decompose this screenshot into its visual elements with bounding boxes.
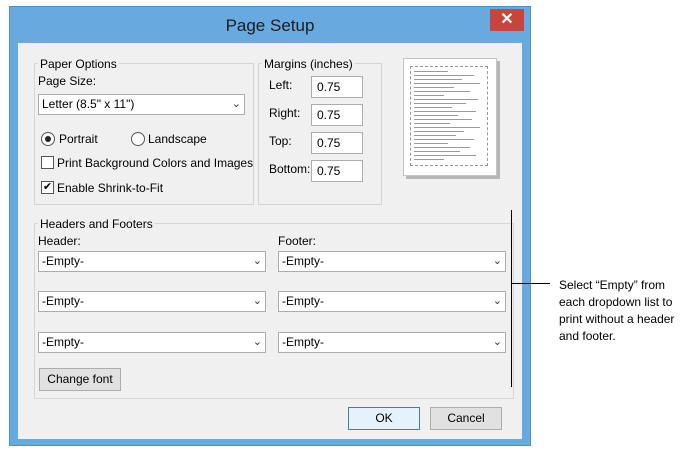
chevron-down-icon: ⌄ bbox=[252, 255, 262, 267]
page-preview bbox=[403, 58, 497, 176]
header-select-3[interactable]: -Empty- ⌄ bbox=[38, 332, 266, 353]
footer-select-2-value: -Empty- bbox=[282, 294, 324, 308]
header-label: Header: bbox=[38, 234, 81, 248]
paper-options-title: Paper Options bbox=[38, 57, 119, 71]
chevron-down-icon: ⌄ bbox=[492, 255, 502, 267]
preview-line bbox=[414, 155, 476, 156]
change-font-button[interactable]: Change font bbox=[39, 368, 121, 391]
chevron-down-icon: ⌄ bbox=[252, 295, 262, 307]
margin-left-input[interactable]: 0.75 bbox=[311, 76, 363, 98]
print-background-checkbox[interactable] bbox=[41, 156, 54, 169]
margin-top-label: Top: bbox=[269, 134, 292, 148]
portrait-radio[interactable] bbox=[41, 132, 55, 146]
preview-line bbox=[414, 71, 448, 72]
callout-text: Select “Empty” from each dropdown list t… bbox=[559, 278, 675, 343]
landscape-radio[interactable] bbox=[131, 132, 145, 146]
headers-footers-title: Headers and Footers bbox=[38, 217, 155, 231]
preview-line bbox=[414, 131, 464, 132]
preview-line bbox=[414, 103, 466, 104]
page-size-label: Page Size: bbox=[38, 74, 97, 88]
dialog-title: Page Setup bbox=[225, 16, 315, 35]
landscape-label: Landscape bbox=[148, 132, 207, 146]
preview-line bbox=[414, 111, 476, 112]
title-bar[interactable]: Page Setup ✕ bbox=[10, 7, 530, 43]
preview-line bbox=[414, 135, 456, 136]
footer-select-3-value: -Empty- bbox=[282, 335, 324, 349]
preview-line bbox=[414, 107, 452, 108]
margin-right-label: Right: bbox=[269, 106, 301, 120]
footer-select-1-value: -Empty- bbox=[282, 254, 324, 268]
preview-line bbox=[414, 91, 470, 92]
shrink-to-fit-checkbox[interactable]: ✔ bbox=[41, 181, 54, 194]
chevron-down-icon: ⌄ bbox=[252, 336, 262, 348]
preview-line bbox=[414, 87, 454, 88]
preview-line bbox=[414, 99, 478, 100]
shrink-to-fit-label: Enable Shrink-to-Fit bbox=[57, 181, 164, 195]
preview-line bbox=[414, 115, 458, 116]
ok-button[interactable]: OK bbox=[348, 407, 420, 430]
preview-line bbox=[414, 151, 460, 152]
margin-top-input[interactable]: 0.75 bbox=[311, 132, 363, 154]
cancel-button[interactable]: Cancel bbox=[430, 407, 502, 430]
header-select-1[interactable]: -Empty- ⌄ bbox=[38, 251, 266, 272]
chevron-down-icon: ⌄ bbox=[231, 98, 241, 110]
print-background-label: Print Background Colors and Images bbox=[57, 156, 254, 170]
header-select-2-value: -Empty- bbox=[42, 294, 84, 308]
close-icon: ✕ bbox=[500, 11, 514, 28]
callout-line bbox=[512, 283, 550, 284]
footer-select-1[interactable]: -Empty- ⌄ bbox=[278, 251, 506, 272]
preview-line bbox=[414, 83, 480, 84]
footer-label: Footer: bbox=[278, 234, 317, 248]
dialog-body: Paper Options Page Size: Letter (8.5" x … bbox=[18, 43, 522, 439]
chevron-down-icon: ⌄ bbox=[492, 295, 502, 307]
header-select-2[interactable]: -Empty- ⌄ bbox=[38, 291, 266, 312]
footer-select-3[interactable]: -Empty- ⌄ bbox=[278, 332, 506, 353]
close-button[interactable]: ✕ bbox=[490, 9, 524, 31]
margin-right-input[interactable]: 0.75 bbox=[311, 104, 363, 126]
preview-line bbox=[414, 119, 472, 120]
preview-line bbox=[414, 79, 462, 80]
footer-select-2[interactable]: -Empty- ⌄ bbox=[278, 291, 506, 312]
preview-line bbox=[414, 147, 470, 148]
preview-line bbox=[414, 95, 444, 96]
margins-title: Margins (inches) bbox=[262, 57, 355, 71]
margin-bottom-label: Bottom: bbox=[269, 162, 311, 176]
preview-line bbox=[414, 75, 474, 76]
margin-bottom-input[interactable]: 0.75 bbox=[311, 160, 363, 182]
header-select-1-value: -Empty- bbox=[42, 254, 84, 268]
checkmark-icon: ✔ bbox=[42, 181, 53, 193]
preview-line bbox=[414, 127, 480, 128]
page-size-select[interactable]: Letter (8.5" x 11") ⌄ bbox=[38, 94, 245, 115]
chevron-down-icon: ⌄ bbox=[492, 336, 502, 348]
headers-footers-group: Headers and Footers Header: Footer: -Emp… bbox=[34, 217, 514, 399]
preview-line bbox=[414, 143, 448, 144]
callout-bracket bbox=[511, 210, 512, 387]
page-setup-dialog: Page Setup ✕ Paper Options Page Size: Le… bbox=[9, 6, 531, 446]
page-size-value: Letter (8.5" x 11") bbox=[42, 97, 135, 111]
preview-line bbox=[414, 159, 444, 160]
margin-left-label: Left: bbox=[269, 78, 293, 92]
preview-line bbox=[414, 139, 474, 140]
preview-line bbox=[414, 123, 450, 124]
header-select-3-value: -Empty- bbox=[42, 335, 84, 349]
margins-group: Margins (inches) Left: 0.75 Right: 0.75 … bbox=[258, 57, 382, 205]
portrait-label: Portrait bbox=[59, 132, 98, 146]
paper-options-group: Paper Options Page Size: Letter (8.5" x … bbox=[34, 57, 254, 205]
